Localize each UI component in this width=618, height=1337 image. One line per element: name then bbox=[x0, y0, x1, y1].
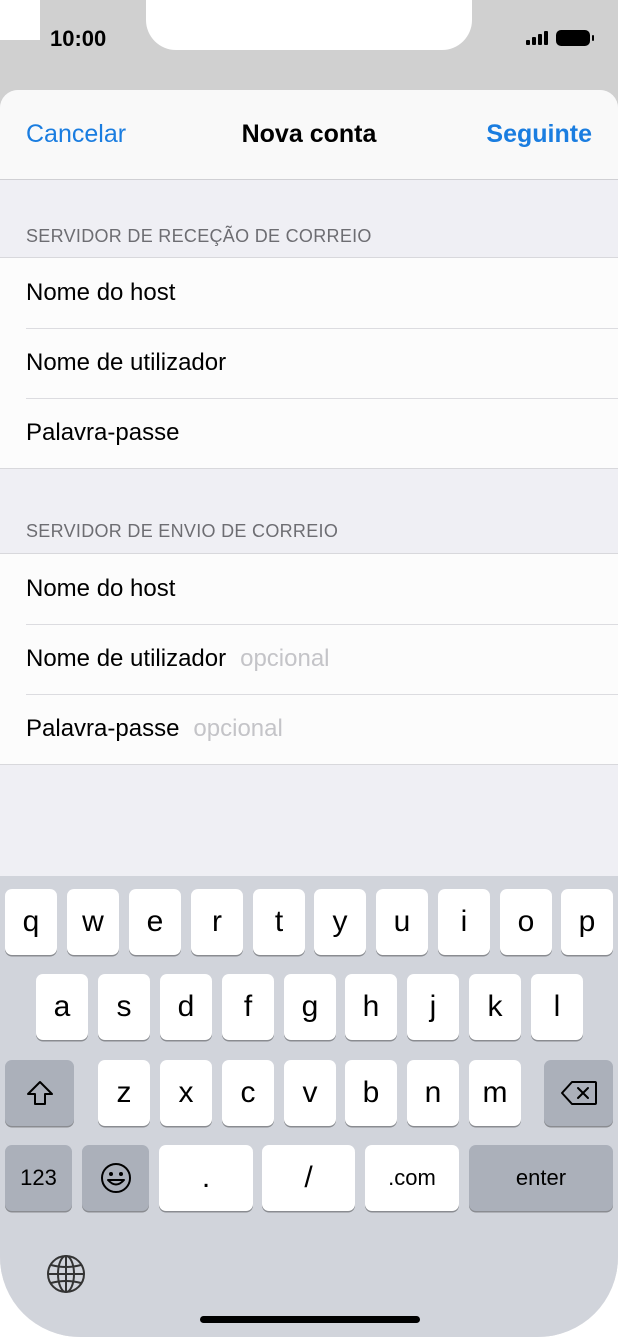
dotcom-key[interactable]: .com bbox=[365, 1145, 459, 1211]
field-label: Nome de utilizador bbox=[26, 645, 227, 672]
incoming-server-group: Nome do host Nome de utilizador Palavra-… bbox=[0, 257, 618, 469]
status-icons bbox=[526, 30, 594, 46]
frame-corner bbox=[0, 0, 40, 40]
keyboard: q w e r t y u i o p a s d f g h j k l z … bbox=[0, 876, 618, 1337]
key-v[interactable]: v bbox=[284, 1060, 336, 1126]
globe-icon bbox=[47, 1255, 85, 1293]
incoming-username-field[interactable]: Nome de utilizador bbox=[0, 328, 618, 398]
shift-key[interactable] bbox=[5, 1060, 74, 1126]
enter-key[interactable]: enter bbox=[469, 1145, 613, 1211]
key-p[interactable]: p bbox=[561, 889, 613, 955]
backspace-icon bbox=[560, 1081, 597, 1105]
field-label: Nome de utilizador bbox=[26, 349, 227, 376]
backspace-key[interactable] bbox=[544, 1060, 613, 1126]
key-y[interactable]: y bbox=[314, 889, 366, 955]
status-time: 10:00 bbox=[50, 26, 107, 51]
key-o[interactable]: o bbox=[500, 889, 552, 955]
key-q[interactable]: q bbox=[5, 889, 57, 955]
key-w[interactable]: w bbox=[67, 889, 119, 955]
key-e[interactable]: e bbox=[129, 889, 181, 955]
key-g[interactable]: g bbox=[284, 974, 336, 1040]
key-c[interactable]: c bbox=[222, 1060, 274, 1126]
outgoing-server-group: Nome do host Nome de utilizador opcional… bbox=[0, 553, 618, 765]
incoming-section-header: SERVIDOR DE RECEÇÃO DE CORREIO bbox=[26, 226, 372, 246]
key-d[interactable]: d bbox=[160, 974, 212, 1040]
notch bbox=[146, 0, 472, 50]
shift-icon bbox=[26, 1081, 53, 1105]
key-x[interactable]: x bbox=[160, 1060, 212, 1126]
key-h[interactable]: h bbox=[345, 974, 397, 1040]
outgoing-username-field[interactable]: Nome de utilizador opcional bbox=[0, 624, 618, 694]
globe-key[interactable] bbox=[44, 1252, 88, 1296]
next-button[interactable]: Seguinte bbox=[486, 120, 592, 149]
signal-icon bbox=[526, 31, 548, 45]
outgoing-password-field[interactable]: Palavra-passe opcional bbox=[0, 694, 618, 764]
key-r[interactable]: r bbox=[191, 889, 243, 955]
key-i[interactable]: i bbox=[438, 889, 490, 955]
key-b[interactable]: b bbox=[345, 1060, 397, 1126]
outgoing-section-header: SERVIDOR DE ENVIO DE CORREIO bbox=[26, 521, 339, 541]
home-indicator[interactable] bbox=[200, 1316, 420, 1323]
key-l[interactable]: l bbox=[531, 974, 583, 1040]
field-label: Nome do host bbox=[26, 575, 176, 602]
key-t[interactable]: t bbox=[253, 889, 305, 955]
battery-icon bbox=[556, 30, 594, 46]
device-frame: 10:00 Cancelar Nova conta Seguinte SERVI… bbox=[0, 0, 618, 1337]
key-j[interactable]: j bbox=[407, 974, 459, 1040]
key-s[interactable]: s bbox=[98, 974, 150, 1040]
incoming-password-field[interactable]: Palavra-passe bbox=[0, 398, 618, 468]
key-n[interactable]: n bbox=[407, 1060, 459, 1126]
key-m[interactable]: m bbox=[469, 1060, 521, 1126]
field-label: Palavra-passe bbox=[26, 715, 180, 742]
key-a[interactable]: a bbox=[36, 974, 88, 1040]
key-z[interactable]: z bbox=[98, 1060, 150, 1126]
emoji-icon bbox=[100, 1163, 131, 1193]
field-label: Palavra-passe bbox=[26, 419, 180, 446]
outgoing-hostname-field[interactable]: Nome do host bbox=[0, 554, 618, 624]
dot-key[interactable]: . bbox=[159, 1145, 253, 1211]
field-label: Nome do host bbox=[26, 279, 176, 306]
slash-key[interactable]: / bbox=[262, 1145, 355, 1211]
field-placeholder: opcional bbox=[193, 715, 283, 742]
numbers-key[interactable]: 123 bbox=[5, 1145, 72, 1211]
incoming-hostname-field[interactable]: Nome do host bbox=[0, 258, 618, 328]
navigation-bar: Cancelar Nova conta Seguinte bbox=[0, 90, 618, 180]
field-placeholder: opcional bbox=[240, 645, 330, 672]
key-k[interactable]: k bbox=[469, 974, 521, 1040]
key-f[interactable]: f bbox=[222, 974, 274, 1040]
emoji-key[interactable] bbox=[82, 1145, 149, 1211]
key-u[interactable]: u bbox=[376, 889, 428, 955]
